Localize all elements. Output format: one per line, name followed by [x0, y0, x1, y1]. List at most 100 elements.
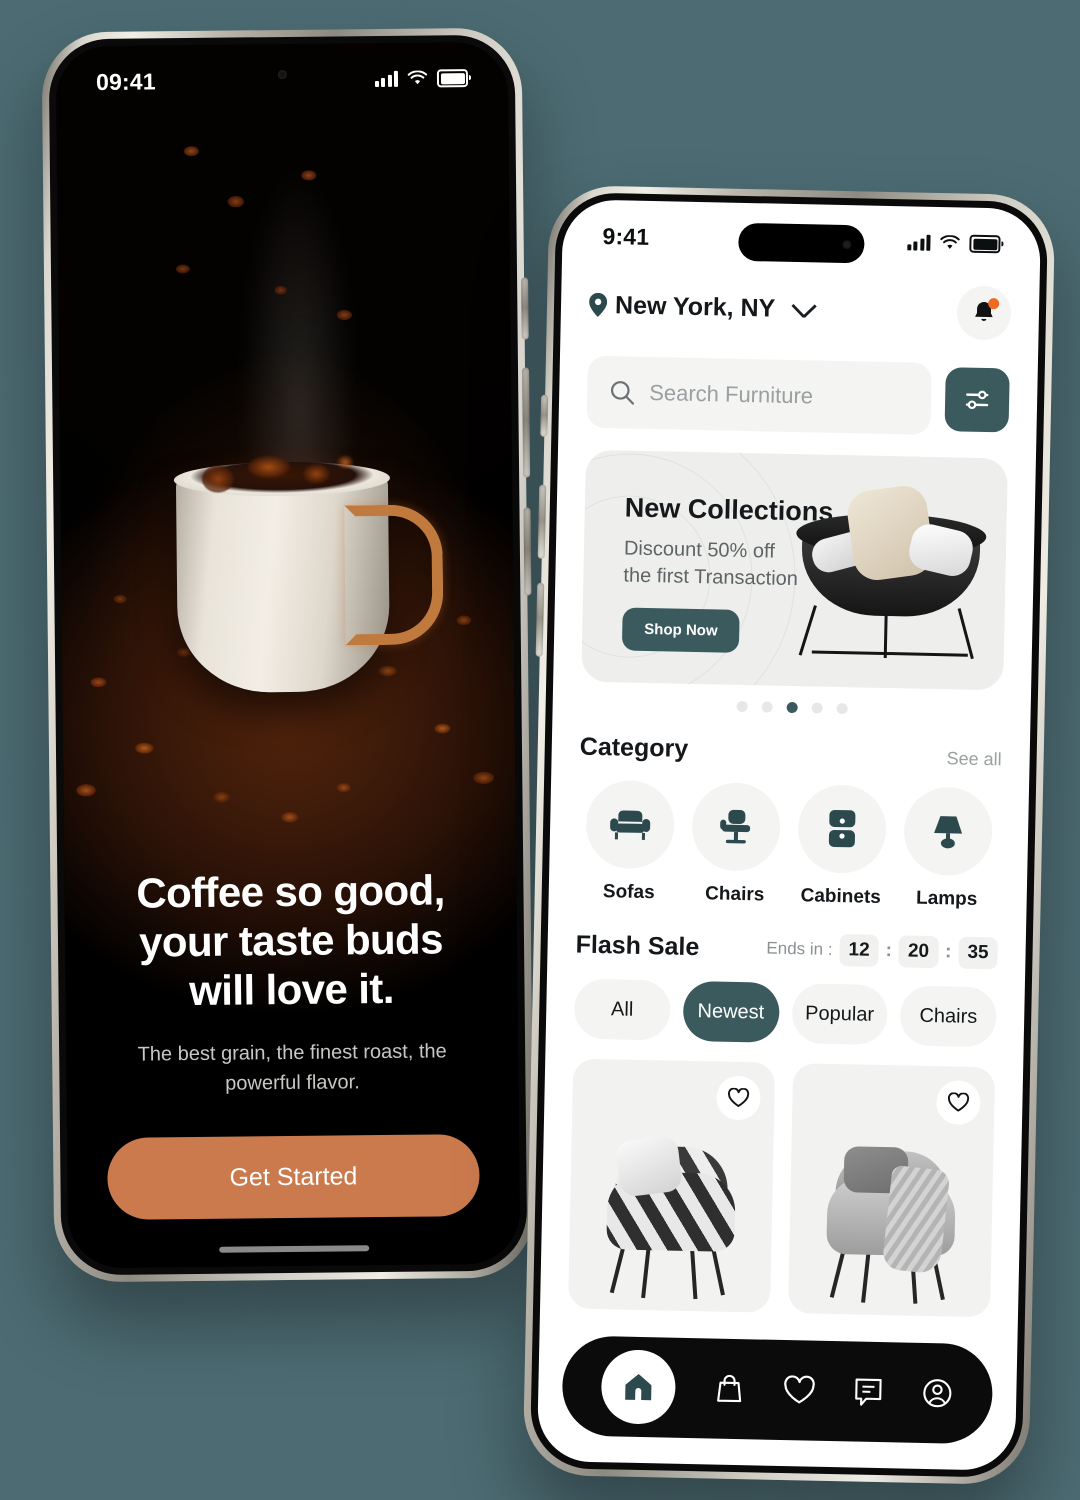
- product-grid: [568, 1058, 996, 1318]
- category-label: Chairs: [704, 883, 765, 906]
- right-phone-screen: 9:41 New York, NY Search Furniture New C…: [536, 199, 1042, 1471]
- timer-minutes: 20: [898, 935, 939, 969]
- falling-beans: [137, 91, 385, 413]
- cellular-bars-icon: [374, 70, 399, 88]
- category-title: Category: [579, 732, 689, 763]
- search-row: Search Furniture: [586, 355, 1010, 437]
- power-button[interactable]: [523, 507, 532, 596]
- product-image: [811, 1140, 970, 1311]
- search-input[interactable]: Search Furniture: [586, 355, 932, 435]
- banner-subtitle-line-1: Discount 50% off: [623, 537, 776, 563]
- filter-chips: All Newest Popular Chairs: [573, 978, 997, 1048]
- tab-favorites[interactable]: [783, 1375, 816, 1406]
- coffee-splash: [188, 440, 372, 495]
- timer-seconds: 35: [958, 936, 998, 970]
- volume-up-button[interactable]: [521, 277, 529, 340]
- filter-chip-newest[interactable]: Newest: [682, 980, 780, 1043]
- chair-cushion: [614, 1134, 684, 1198]
- filter-chip-chairs[interactable]: Chairs: [899, 985, 997, 1048]
- mug-handle: [344, 504, 444, 646]
- tab-shop[interactable]: [713, 1373, 746, 1406]
- carousel-dot[interactable]: [811, 702, 823, 714]
- category-list: Sofas Chairs Cabinets Lamps: [577, 779, 1001, 912]
- location-selector[interactable]: New York, NY: [589, 290, 818, 324]
- filter-chip-popular[interactable]: Popular: [791, 983, 889, 1046]
- tab-messages[interactable]: [853, 1375, 884, 1408]
- status-icons: [374, 69, 469, 88]
- location-label: New York, NY: [614, 290, 776, 323]
- category-label: Sofas: [602, 881, 655, 904]
- chair-leg: [957, 608, 974, 660]
- tab-home[interactable]: [600, 1349, 677, 1425]
- throw-blanket: [881, 1164, 951, 1275]
- promo-banner[interactable]: New Collections Discount 50% off the fir…: [581, 449, 1008, 691]
- page-subtitle: The best grain, the finest roast, the po…: [137, 1040, 447, 1095]
- ends-in-label: Ends in :: [766, 938, 833, 959]
- category-icon-wrap: [903, 786, 994, 877]
- volume-down-button[interactable]: [522, 367, 531, 478]
- carousel-dots[interactable]: [581, 698, 1003, 718]
- category-icon-wrap: [691, 781, 782, 872]
- category-label: Lamps: [915, 887, 978, 910]
- right-phone-mockup: 9:41 New York, NY Search Furniture New C…: [522, 184, 1056, 1486]
- flash-sale-title: Flash Sale: [575, 930, 700, 961]
- tab-profile[interactable]: [921, 1377, 954, 1410]
- filter-chip-all[interactable]: All: [573, 978, 671, 1041]
- chair-leg: [829, 1248, 846, 1298]
- chair-leg: [861, 1252, 871, 1303]
- chair-leg: [609, 1243, 626, 1294]
- carousel-dot-active[interactable]: [786, 701, 798, 714]
- coffee-mug: [173, 440, 444, 693]
- filter-button[interactable]: [944, 367, 1010, 433]
- chair-leg: [641, 1248, 651, 1299]
- action-button[interactable]: [540, 394, 549, 437]
- page-title: Coffee so good, your taste buds will lov…: [98, 865, 484, 1016]
- onboarding-copy: Coffee so good, your taste buds will lov…: [64, 864, 518, 1100]
- title-line-2: your taste buds: [138, 915, 444, 966]
- message-icon: [855, 1378, 882, 1406]
- status-time: 09:41: [95, 67, 156, 95]
- title-line-3: will love it.: [188, 964, 395, 1014]
- heart-icon: [784, 1375, 815, 1404]
- get-started-button[interactable]: Get Started: [107, 1134, 480, 1220]
- notification-button[interactable]: [956, 285, 1012, 341]
- battery-full-icon: [436, 69, 469, 88]
- header-row: New York, NY: [588, 278, 1012, 341]
- banner-chair-image: [792, 478, 992, 668]
- countdown-timer: Ends in : 12 : 20 : 35: [766, 933, 998, 970]
- shop-now-button[interactable]: Shop Now: [621, 607, 741, 653]
- heart-outline-icon: [728, 1087, 750, 1107]
- carousel-dot[interactable]: [836, 702, 848, 715]
- category-item-lamps[interactable]: Lamps: [894, 786, 1001, 911]
- profile-icon: [923, 1379, 952, 1408]
- product-card[interactable]: [568, 1058, 776, 1313]
- category-item-sofas[interactable]: Sofas: [577, 779, 684, 905]
- shopping-bag-icon: [717, 1374, 742, 1403]
- carousel-dot[interactable]: [761, 701, 773, 713]
- flash-sale-header: Flash Sale Ends in : 12 : 20 : 35: [575, 929, 998, 970]
- product-card[interactable]: [787, 1063, 996, 1318]
- category-item-chairs[interactable]: Chairs: [683, 781, 790, 907]
- banner-subtitle-line-2: the first Transaction: [623, 564, 799, 591]
- bottom-tab-bar: [561, 1335, 994, 1445]
- carousel-dot[interactable]: [736, 700, 748, 713]
- chair-leg: [883, 609, 888, 659]
- category-label: Cabinets: [800, 885, 882, 908]
- category-icon-wrap: [797, 784, 888, 875]
- category-icon-wrap: [585, 779, 676, 870]
- favorite-button[interactable]: [935, 1080, 981, 1126]
- chair-leg: [710, 1245, 725, 1296]
- category-item-cabinets[interactable]: Cabinets: [788, 784, 895, 909]
- wifi-icon: [407, 70, 428, 85]
- search-placeholder: Search Furniture: [648, 379, 814, 409]
- front-camera-icon: [277, 69, 287, 80]
- left-status-bar: 09:41: [56, 42, 509, 119]
- favorite-button[interactable]: [716, 1075, 761, 1121]
- chair-leg: [798, 605, 817, 656]
- left-phone-mockup: 09:41 Coffee so good, your taste buds wi…: [41, 27, 535, 1283]
- timer-hours: 12: [839, 934, 879, 967]
- timer-separator: :: [885, 940, 893, 962]
- category-header: Category See all: [579, 733, 1002, 771]
- see-all-link[interactable]: See all: [946, 748, 1001, 770]
- chair-leg: [690, 1249, 698, 1300]
